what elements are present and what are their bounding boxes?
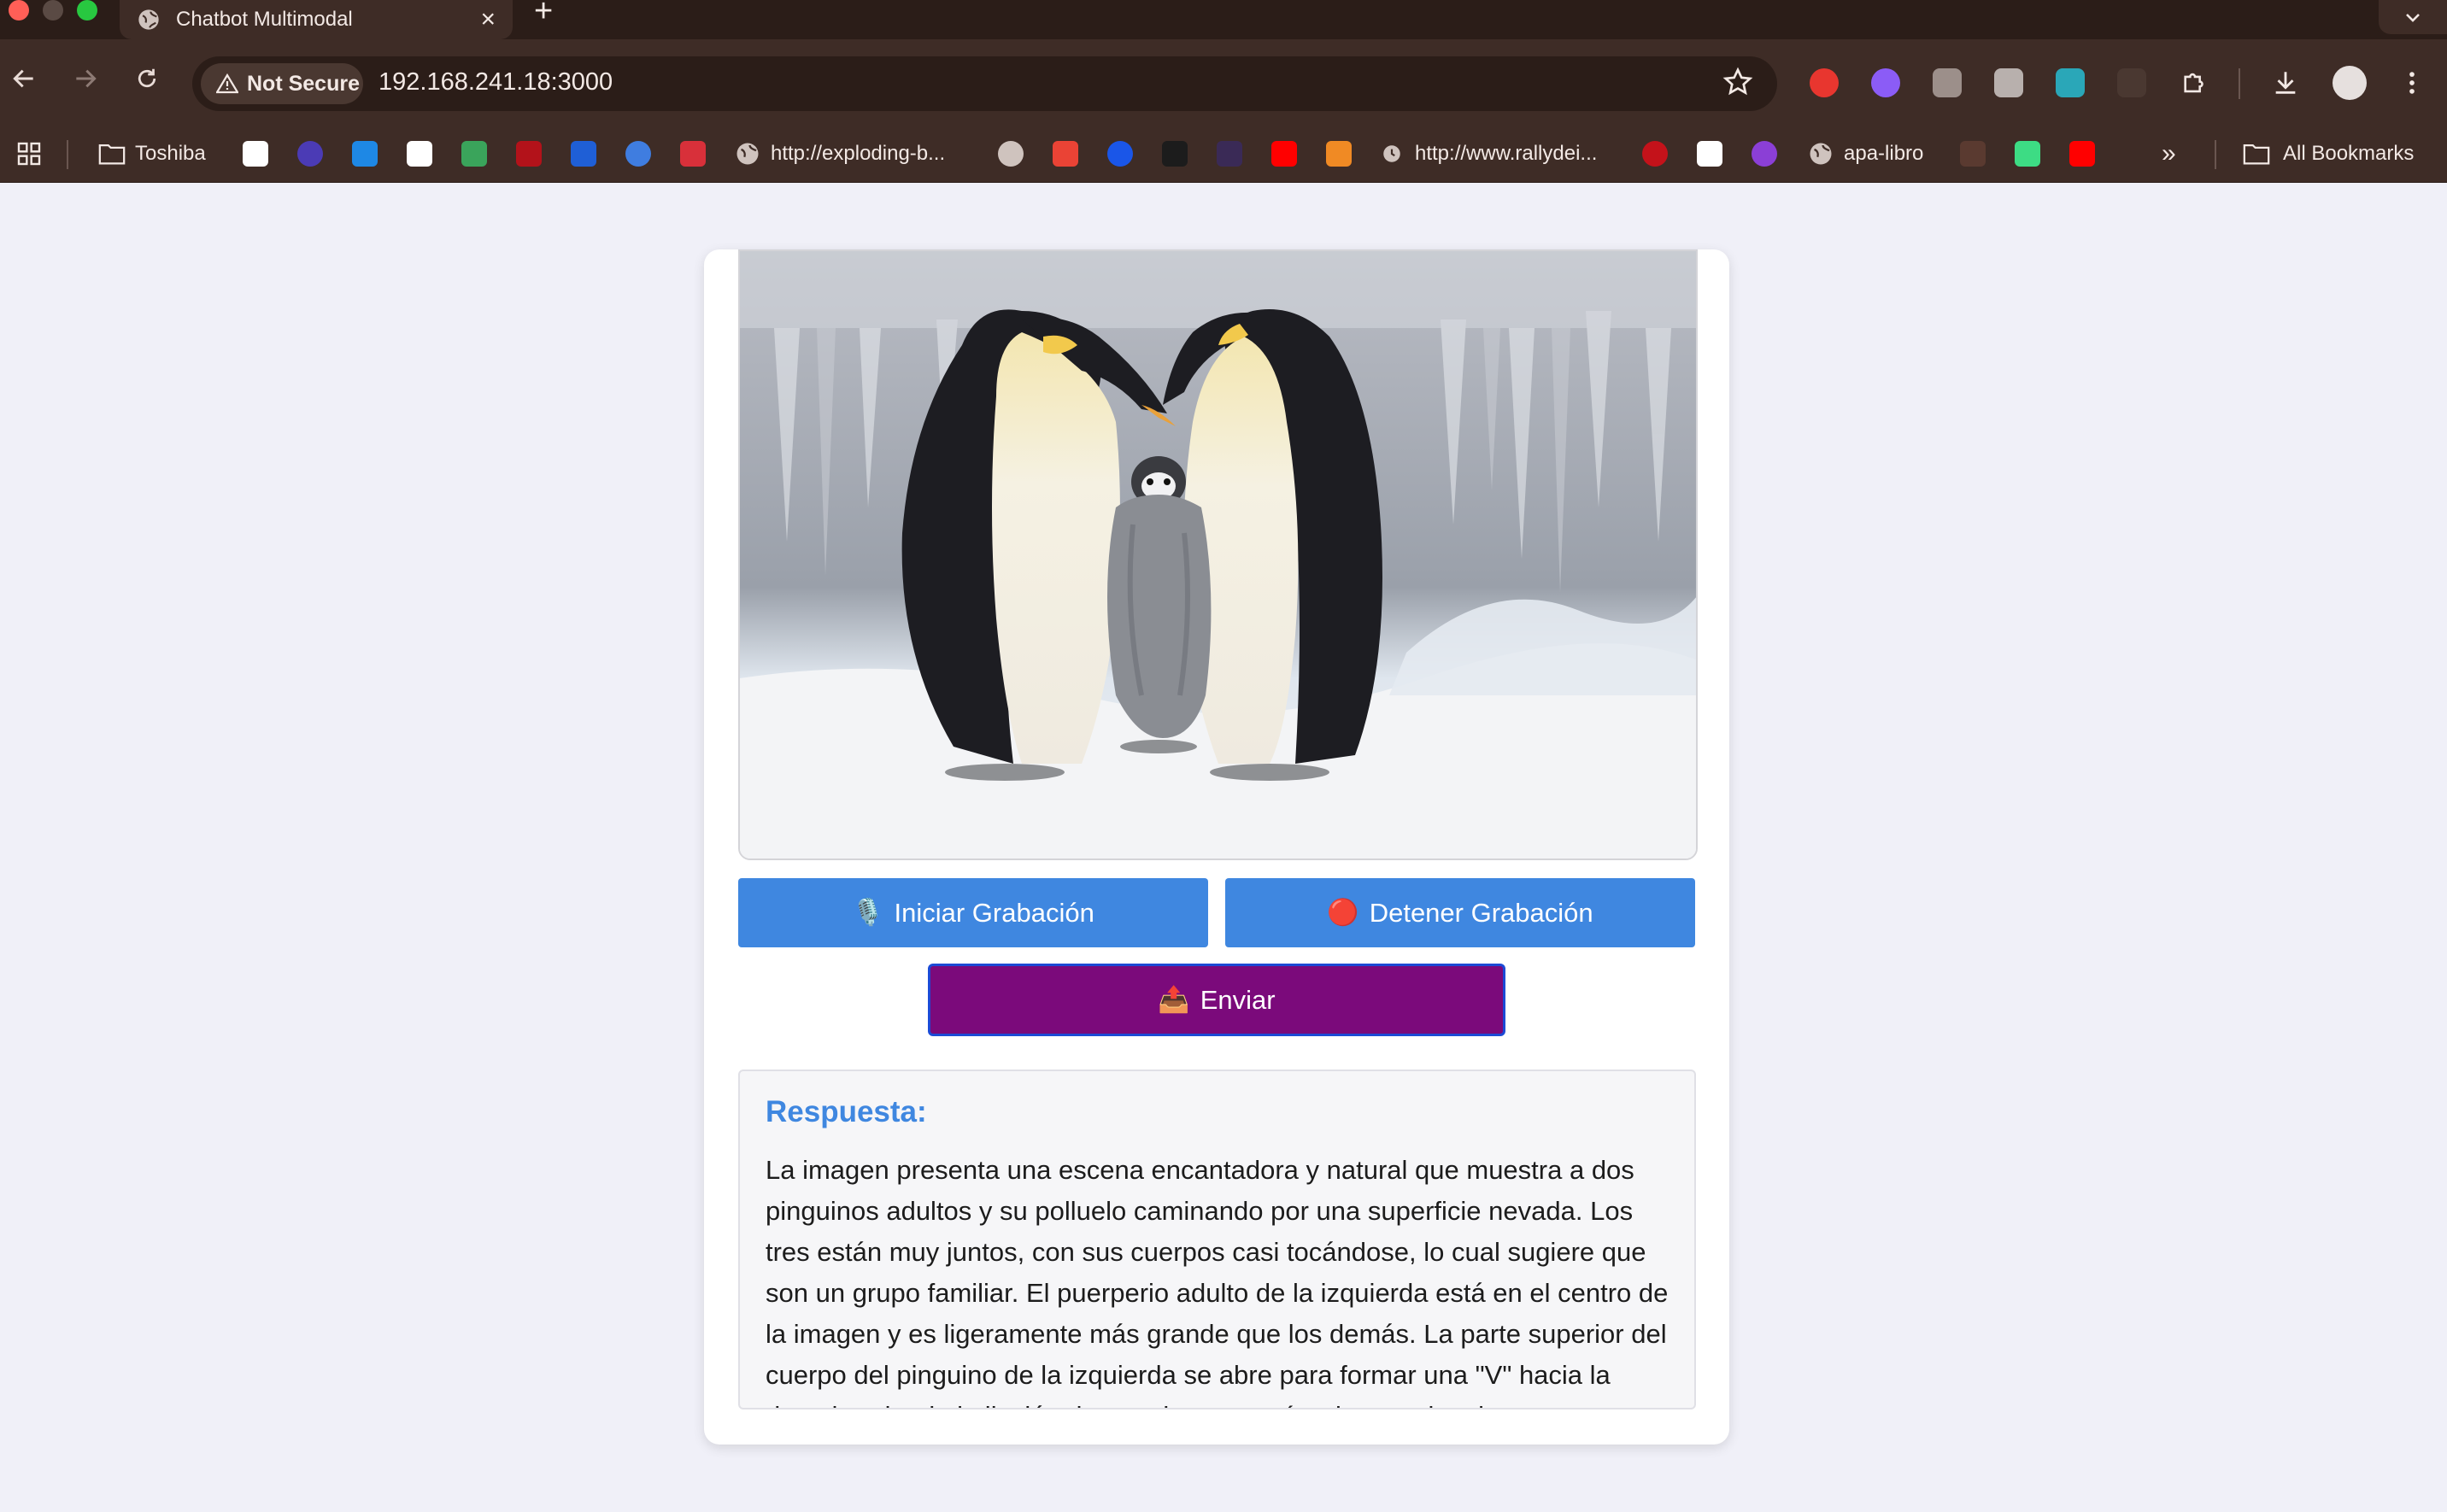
bookmarks-divider	[2215, 140, 2216, 169]
youtube-icon[interactable]	[1271, 141, 1297, 167]
edx-icon[interactable]	[1162, 141, 1188, 167]
reload-icon	[138, 68, 156, 88]
extension-red-icon[interactable]	[1810, 68, 1839, 97]
bookmark-icon-4[interactable]	[407, 141, 432, 167]
tab-title: Chatbot Multimodal	[176, 8, 353, 31]
forward-button[interactable]	[68, 62, 103, 96]
close-window-button[interactable]	[9, 0, 29, 21]
bookmark-icon-2[interactable]	[297, 141, 323, 167]
download-disabled-icon	[2117, 68, 2146, 97]
bookmark-icon-14[interactable]	[1217, 141, 1242, 167]
tab-chatbot-multimodal[interactable]: Chatbot Multimodal ×	[120, 0, 513, 39]
puzzle-icon[interactable]	[2180, 68, 2209, 97]
bookmark-label: http://www.rallydei...	[1415, 142, 1598, 165]
response-panel[interactable]: Respuesta: La imagen presenta una escena…	[738, 1070, 1696, 1409]
android-icon[interactable]	[2015, 141, 2040, 167]
stop-recording-label: Detener Grabación	[1369, 897, 1593, 928]
globe-icon	[1810, 143, 1832, 165]
download-icon[interactable]	[2271, 68, 2300, 97]
penguins-image	[740, 251, 1696, 859]
bookmark-icon-9[interactable]	[680, 141, 706, 167]
bookmark-icon-12[interactable]	[1107, 141, 1133, 167]
arrow-left-icon	[13, 69, 33, 88]
profile-avatar[interactable]	[2333, 66, 2367, 100]
send-label: Enviar	[1200, 984, 1276, 1015]
more-bookmarks-button[interactable]: »	[2162, 138, 2176, 169]
bookmark-label: http://exploding-b...	[771, 142, 946, 165]
maximize-window-button[interactable]	[77, 0, 97, 21]
bookmark-icon-20[interactable]	[1960, 141, 1986, 167]
response-text: La imagen presenta una escena encantador…	[766, 1155, 1669, 1408]
bookmark-star-icon[interactable]	[1722, 67, 1753, 97]
youtube-icon[interactable]	[2069, 141, 2095, 167]
clock-icon	[1383, 145, 1400, 162]
tab-close-icon[interactable]: ×	[480, 7, 496, 32]
globe-icon	[138, 9, 159, 30]
bookmark-icon-6[interactable]	[516, 141, 542, 167]
bookmarks-divider	[67, 140, 68, 169]
reload-button[interactable]	[130, 62, 164, 96]
bookmark-label: apa-libro	[1844, 142, 1924, 165]
back-button[interactable]	[7, 62, 41, 96]
uploaded-image	[738, 249, 1698, 860]
bookmark-apa-libro[interactable]: apa-libro	[1808, 138, 1923, 169]
start-recording-button[interactable]: 🎙️ Iniciar Grabación	[738, 878, 1208, 947]
bookmark-icon-5[interactable]	[461, 141, 487, 167]
more-menu-icon[interactable]	[2397, 68, 2426, 97]
new-tab-button[interactable]: +	[534, 0, 553, 27]
bookmark-label: Toshiba	[135, 142, 206, 165]
bookmark-icon-7[interactable]	[571, 141, 596, 167]
bookmark-icon-1[interactable]	[243, 141, 268, 167]
bookmark-icon-16[interactable]	[1326, 141, 1352, 167]
folder-icon	[2243, 144, 2270, 165]
bookmark-icon-3[interactable]	[352, 141, 378, 167]
tab-strip: Chatbot Multimodal × +	[0, 0, 2447, 39]
stop-recording-button[interactable]: 🔴 Detener Grabación	[1225, 878, 1695, 947]
microphone-icon: 🎙️	[852, 899, 884, 927]
bookmark-icon-18[interactable]	[1697, 141, 1722, 167]
gmail-icon[interactable]	[1053, 141, 1078, 167]
send-button[interactable]: 📤 Enviar	[928, 964, 1505, 1036]
extension-grey-icon[interactable]	[1994, 68, 2023, 97]
bookmark-label: All Bookmarks	[2283, 142, 2415, 165]
tab-search-button[interactable]	[2379, 0, 2447, 34]
folder-icon	[98, 144, 126, 165]
toolbar-divider	[2239, 68, 2240, 99]
extension-gear-icon[interactable]	[1871, 68, 1900, 97]
bookmark-exploding[interactable]: http://exploding-b...	[735, 138, 945, 169]
bookmark-icon-8[interactable]	[625, 141, 651, 167]
red-circle-icon: 🔴	[1327, 899, 1359, 927]
start-recording-label: Iniciar Grabación	[894, 897, 1094, 928]
bookmark-icon-19[interactable]	[1752, 141, 1777, 167]
warning-icon	[216, 73, 238, 94]
extension-user-icon[interactable]	[1933, 68, 1962, 97]
arrow-right-icon	[76, 69, 97, 88]
bookmark-icon-10[interactable]	[998, 141, 1024, 167]
url-text[interactable]: 192.168.241.18:3000	[378, 68, 613, 97]
globe-icon	[736, 143, 759, 165]
bookmark-rallydei[interactable]: http://www.rallydei...	[1381, 138, 1597, 169]
chevron-down-icon	[2406, 14, 2420, 22]
bookmark-icon-17[interactable]	[1642, 141, 1668, 167]
outbox-icon: 📤	[1158, 986, 1190, 1014]
apps-grid-icon[interactable]	[15, 140, 43, 167]
minimize-window-button[interactable]	[43, 0, 63, 21]
bookmark-folder-toshiba[interactable]: Toshiba	[97, 138, 206, 169]
security-label: Not Secure	[247, 71, 360, 96]
security-chip[interactable]: Not Secure	[201, 63, 363, 104]
extension-teal-icon[interactable]	[2056, 68, 2085, 97]
all-bookmarks-button[interactable]: All Bookmarks	[2242, 138, 2414, 169]
response-title: Respuesta:	[766, 1095, 927, 1128]
